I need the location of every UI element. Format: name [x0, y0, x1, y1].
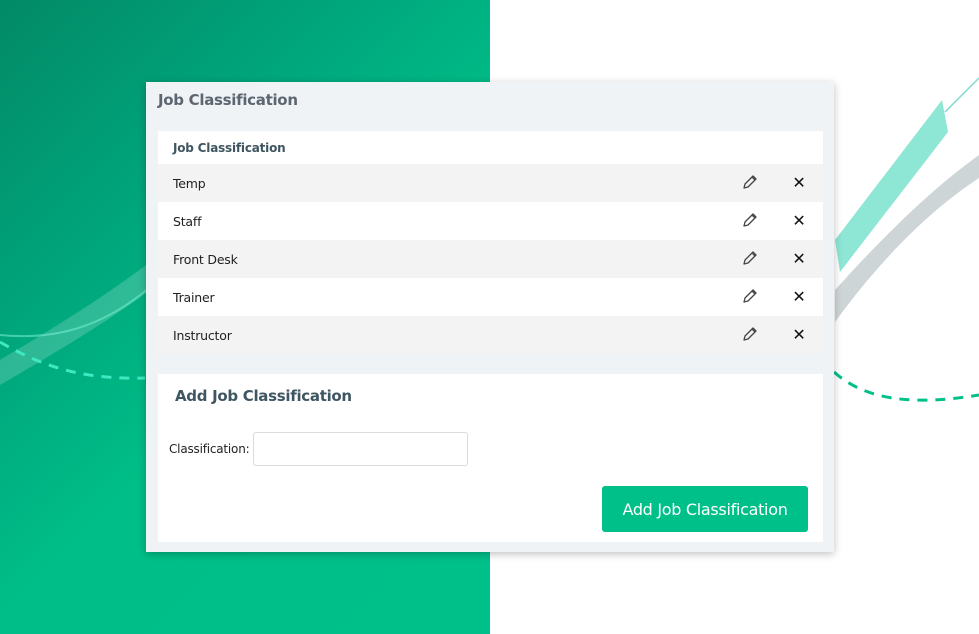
panel-title: Job Classification: [158, 91, 298, 109]
row-name: Front Desk: [173, 251, 238, 267]
classification-label: Classification:: [169, 442, 250, 456]
pencil-icon[interactable]: [740, 210, 760, 230]
close-icon[interactable]: ✕: [789, 210, 809, 230]
row-name: Staff: [173, 213, 202, 229]
table-header: Job Classification: [158, 131, 823, 164]
pencil-icon[interactable]: [740, 248, 760, 268]
pencil-icon[interactable]: [740, 324, 760, 344]
add-form-title: Add Job Classification: [175, 387, 352, 405]
table-row: Trainer ✕: [158, 278, 823, 316]
classification-input[interactable]: [253, 432, 468, 466]
decor-dashed-right: [833, 370, 979, 402]
close-icon[interactable]: ✕: [789, 286, 809, 306]
add-classification-form: Add Job Classification Classification: A…: [158, 374, 823, 542]
add-job-classification-button[interactable]: Add Job Classification: [602, 486, 808, 532]
row-name: Instructor: [173, 327, 232, 343]
job-classification-panel: Job Classification Job Classification Te…: [146, 82, 834, 552]
table-row: Staff ✕: [158, 202, 823, 240]
close-icon[interactable]: ✕: [789, 248, 809, 268]
row-name: Temp: [173, 175, 206, 191]
close-icon[interactable]: ✕: [789, 172, 809, 192]
row-name: Trainer: [173, 289, 215, 305]
decor-thin-line-right: [944, 77, 979, 113]
decor-band-left: [0, 262, 150, 385]
table-row: Instructor ✕: [158, 316, 823, 354]
close-icon[interactable]: ✕: [789, 324, 809, 344]
classification-table: Job Classification Temp ✕ Staff ✕ Front …: [158, 131, 823, 354]
table-row: Front Desk ✕: [158, 240, 823, 278]
pencil-icon[interactable]: [740, 172, 760, 192]
pencil-icon[interactable]: [740, 286, 760, 306]
table-row: Temp ✕: [158, 164, 823, 202]
